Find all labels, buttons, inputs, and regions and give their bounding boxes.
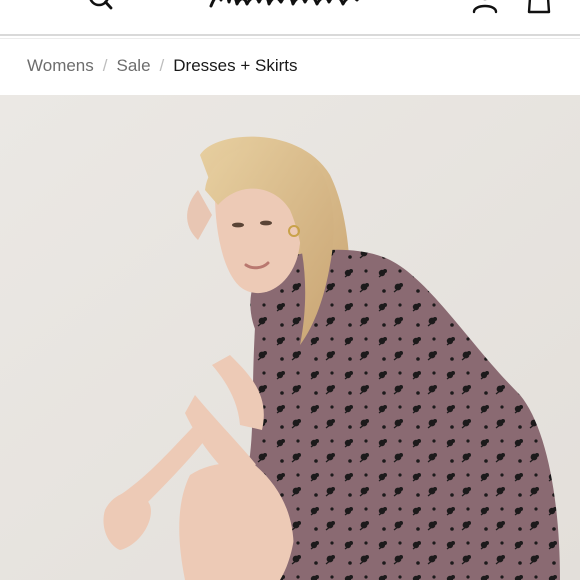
- header-divider-secondary: [0, 38, 580, 39]
- account-icon[interactable]: [470, 0, 500, 14]
- brand-logo[interactable]: [205, 0, 377, 18]
- breadcrumb-item-sale[interactable]: Sale: [117, 56, 151, 76]
- breadcrumb-separator: /: [159, 56, 165, 75]
- site-header: [0, 0, 580, 34]
- breadcrumb-item-womens[interactable]: Womens: [27, 56, 94, 76]
- product-page: Womens / Sale / Dresses + Skirts: [0, 0, 580, 580]
- breadcrumb: Womens / Sale / Dresses + Skirts: [27, 55, 298, 77]
- search-icon[interactable]: [88, 0, 114, 12]
- shopping-bag-icon[interactable]: [526, 0, 552, 14]
- breadcrumb-separator: /: [102, 56, 108, 75]
- hamburger-menu-icon[interactable]: [29, 0, 59, 8]
- product-image[interactable]: [0, 95, 580, 580]
- breadcrumb-item-dresses-skirts: Dresses + Skirts: [173, 56, 298, 75]
- header-divider: [0, 34, 580, 36]
